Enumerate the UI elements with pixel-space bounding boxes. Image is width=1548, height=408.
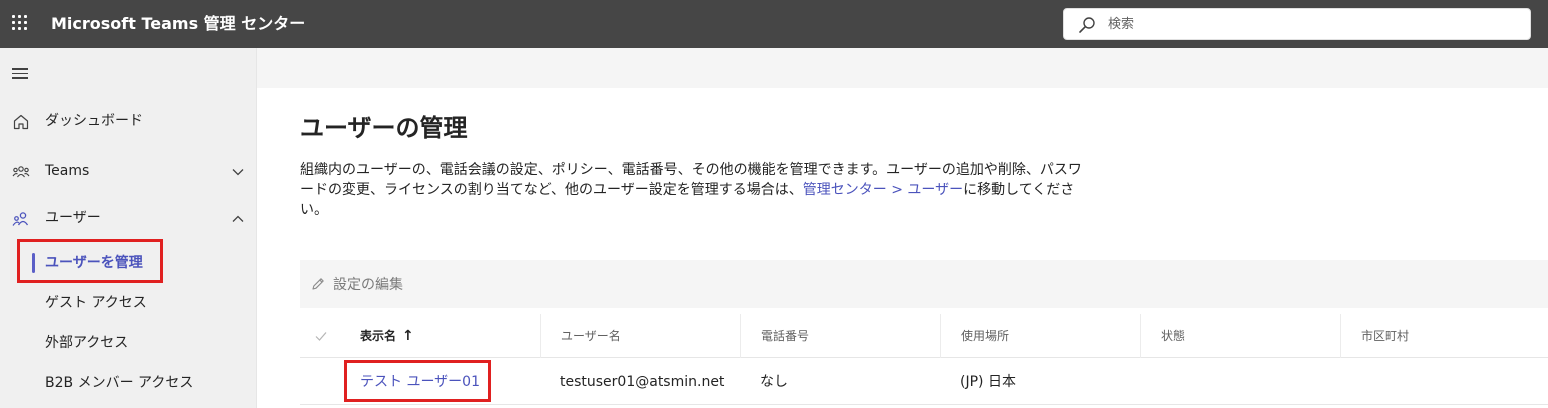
page-title: ユーザーの管理 [300, 114, 468, 142]
sidebar-item-external-access[interactable]: 外部アクセス [18, 325, 238, 361]
column-header-city[interactable]: 市区町村 [1340, 314, 1540, 358]
column-header-phone[interactable]: 電話番号 [740, 314, 940, 358]
user-phone-cell: なし [760, 374, 788, 390]
main-content: ユーザーの管理 組織内のユーザーの、電話会議の設定、ポリシー、電話番号、その他の… [257, 48, 1548, 408]
sidebar-sub-item-label: 外部アクセス [45, 335, 129, 351]
highlight-box [17, 239, 163, 283]
user-username-cell: testuser01@atsmin.net [560, 374, 725, 390]
admin-center-users-link[interactable]: 管理センター > ユーザー [803, 182, 963, 198]
sidebar: ダッシュボード Teams ユーザー ユーザーを管理 ゲスト アクセス 外部アク… [0, 48, 257, 408]
sort-ascending-icon: ↑ [402, 328, 414, 344]
teams-icon [12, 166, 30, 178]
user-city-cell [1340, 359, 1540, 405]
column-header-username[interactable]: ユーザー名 [540, 314, 740, 358]
app-launcher-icon[interactable] [8, 12, 32, 36]
column-header-label: 表示名 [360, 329, 397, 343]
user-location-cell: (JP) 日本 [960, 374, 1016, 390]
chevron-up-icon[interactable] [231, 212, 245, 226]
sidebar-sub-item-label: ゲスト アクセス [45, 295, 147, 311]
table-toolbar: 設定の編集 [300, 260, 1548, 308]
sidebar-item-b2b-member-access[interactable]: B2B メンバー アクセス [18, 365, 238, 401]
top-bar: Microsoft Teams 管理 センター [0, 0, 1548, 48]
sidebar-item-label: ユーザー [45, 210, 101, 226]
column-header-display-name[interactable]: 表示名 ↑ [340, 314, 540, 358]
table-header: 表示名 ↑ ユーザー名 電話番号 使用場所 状態 市区町村 [300, 314, 1548, 358]
user-status-cell [1140, 359, 1340, 405]
select-all-checkmark-icon[interactable] [314, 329, 328, 343]
sidebar-item-guest-access[interactable]: ゲスト アクセス [18, 285, 238, 321]
pencil-icon [312, 278, 324, 290]
chevron-down-icon[interactable] [231, 165, 245, 179]
column-header-usage-location[interactable]: 使用場所 [940, 314, 1140, 358]
search-box[interactable] [1063, 8, 1531, 40]
sidebar-sub-item-label: B2B メンバー アクセス [45, 375, 194, 391]
sidebar-item-users[interactable]: ユーザー [0, 198, 257, 238]
main-top-strip [257, 48, 1548, 88]
hamburger-menu-icon[interactable] [12, 68, 28, 80]
page-description: 組織内のユーザーの、電話会議の設定、ポリシー、電話番号、その他の機能を管理できま… [300, 160, 1090, 220]
column-header-status[interactable]: 状態 [1140, 314, 1340, 358]
home-icon [13, 114, 29, 130]
sidebar-item-label: ダッシュボード [45, 113, 143, 129]
search-icon [1079, 17, 1095, 33]
sidebar-item-teams[interactable]: Teams [0, 151, 257, 191]
highlight-box [344, 360, 491, 402]
sidebar-item-dashboard[interactable]: ダッシュボード [0, 101, 257, 141]
search-input[interactable] [1108, 9, 1508, 39]
sidebar-item-label: Teams [45, 163, 90, 179]
edit-settings-label: 設定の編集 [333, 277, 403, 293]
app-title[interactable]: Microsoft Teams 管理 センター [51, 13, 305, 35]
users-icon [12, 212, 29, 226]
